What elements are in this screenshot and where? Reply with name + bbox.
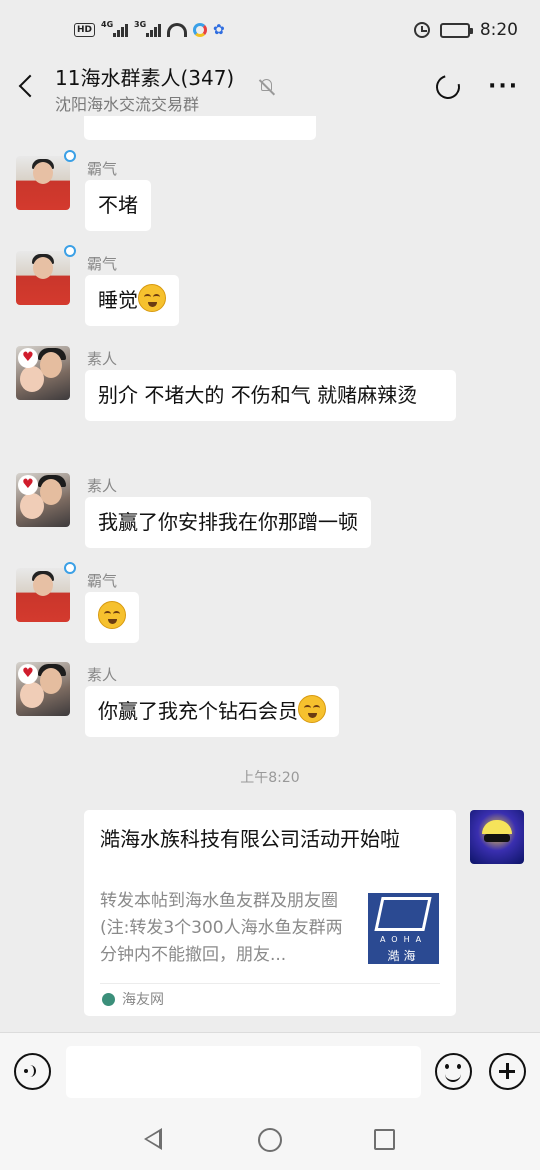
message-bubble[interactable] — [85, 592, 139, 643]
avatar-suren[interactable]: ♥ — [16, 662, 70, 716]
status-ring-icon — [64, 245, 76, 257]
card-divider — [100, 983, 440, 984]
status-left: HD 4G 3G ✿ — [74, 20, 225, 38]
status-ring-icon — [64, 150, 76, 162]
status-bar: HD 4G 3G ✿ 8:20 — [0, 0, 540, 62]
message-bubble[interactable]: 我赢了你安排我在你那蹭一顿 — [85, 497, 371, 548]
message-input[interactable] — [66, 1046, 421, 1098]
message-text: 不堵 — [98, 193, 138, 217]
signal-4g-icon: 4G — [101, 20, 129, 37]
status-right: 8:20 — [413, 20, 518, 40]
sender-name: 霸气 — [87, 572, 118, 590]
thumb-name: 澔海 — [387, 949, 420, 963]
status-time: 8:20 — [479, 20, 518, 40]
network-3g-label: 3G — [134, 19, 147, 29]
paw-icon: ✿ — [213, 22, 225, 38]
back-arrow-icon[interactable] — [16, 74, 38, 100]
more-icon[interactable]: ··· — [488, 74, 519, 99]
sender-name: 霸气 — [87, 160, 118, 178]
card-thumbnail: AOHA 澔海 — [368, 893, 439, 964]
message-text: 睡觉 — [98, 288, 138, 312]
battery-icon — [439, 22, 473, 38]
sender-name: 霸气 — [87, 255, 118, 273]
avatar-self[interactable] — [470, 810, 524, 864]
voice-icon[interactable] — [14, 1053, 51, 1090]
aoha-logo-icon — [374, 897, 432, 931]
nav-back-icon[interactable] — [144, 1128, 162, 1150]
network-4g-label: 4G — [101, 19, 114, 29]
card-source: 海友网 — [122, 992, 164, 1008]
chat-header: 11海水群素人(347) 沈阳海水交流交易群 ··· — [0, 62, 540, 116]
system-nav-bar — [0, 1112, 540, 1170]
message-text: 你赢了我充个钻石会员 — [98, 699, 298, 723]
card-title: 澔海水族科技有限公司活动开始啦 — [100, 827, 400, 851]
avatar-baqi[interactable] — [16, 251, 70, 305]
avatar-suren[interactable]: ♥ — [16, 473, 70, 527]
message-text: 别介 不堵大的 不伤和气 就赌麻辣烫 — [98, 383, 418, 407]
sender-name: 素人 — [87, 666, 118, 684]
input-bar — [0, 1032, 540, 1112]
laugh-cry-emoji-icon — [298, 695, 326, 723]
source-icon — [102, 993, 115, 1006]
thumb-letters: AOHA — [379, 935, 428, 944]
mute-bell-icon — [258, 78, 276, 96]
chat-title: 11海水群素人(347) — [55, 66, 235, 90]
sender-name: 素人 — [87, 350, 118, 368]
message-bubble-partial[interactable] — [84, 116, 316, 140]
sender-name: 素人 — [87, 477, 118, 495]
chat-area[interactable]: 霸气 不堵 霸气 睡觉 ♥ 素人 别介 不堵大的 不伤和气 就赌麻辣烫 ♥ 素人… — [0, 116, 540, 1032]
avatar-baqi[interactable] — [16, 568, 70, 622]
avatar-baqi[interactable] — [16, 156, 70, 210]
timestamp: 上午8:20 — [240, 770, 300, 786]
refresh-icon[interactable] — [431, 70, 465, 104]
emoji-icon[interactable] — [435, 1053, 472, 1090]
message-bubble[interactable]: 你赢了我充个钻石会员 — [85, 686, 339, 737]
nav-recent-icon[interactable] — [374, 1129, 395, 1150]
hd-badge: HD — [74, 23, 96, 37]
wifi-icon — [167, 23, 188, 37]
plus-icon[interactable] — [489, 1053, 526, 1090]
nav-home-icon[interactable] — [258, 1128, 282, 1152]
app-notification-icon — [193, 23, 208, 37]
link-card[interactable]: 澔海水族科技有限公司活动开始啦 转发本帖到海水鱼友群及朋友圈(注:转发3个300… — [84, 810, 456, 1016]
status-ring-icon — [64, 562, 76, 574]
message-text: 我赢了你安排我在你那蹭一顿 — [98, 510, 358, 534]
chat-subtitle: 沈阳海水交流交易群 — [55, 95, 200, 114]
shy-emoji-icon — [138, 284, 166, 312]
alarm-icon — [413, 22, 430, 38]
message-bubble[interactable]: 别介 不堵大的 不伤和气 就赌麻辣烫 — [85, 370, 456, 421]
avatar-suren[interactable]: ♥ — [16, 346, 70, 400]
laugh-cry-emoji-icon — [98, 601, 126, 629]
signal-3g-icon: 3G — [134, 20, 162, 37]
message-bubble[interactable]: 睡觉 — [85, 275, 179, 326]
message-bubble[interactable]: 不堵 — [85, 180, 151, 231]
card-description: 转发本帖到海水鱼友群及朋友圈(注:转发3个300人海水鱼友群两分钟内不能撤回，朋… — [100, 891, 343, 965]
